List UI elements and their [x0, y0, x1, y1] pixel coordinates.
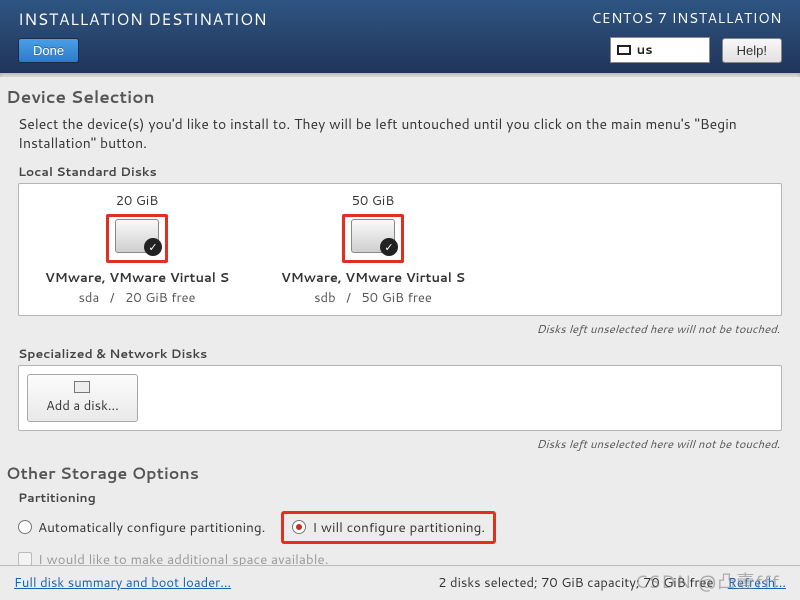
hard-disk-icon: ✓ [115, 219, 159, 253]
hard-disk-icon: ✓ [351, 219, 395, 253]
keyboard-icon [617, 45, 631, 55]
header-bar: INSTALLATION DESTINATION CENTOS 7 INSTAL… [0, 0, 800, 73]
disk-status-text: 2 disks selected; 70 GiB capacity; 70 Gi… [438, 574, 713, 592]
disk-capacity: 20 GiB [19, 192, 255, 210]
partitioning-label: Partitioning [18, 489, 782, 507]
disk-add-icon [74, 381, 90, 393]
keyboard-layout-label: us [637, 41, 653, 59]
help-button[interactable]: Help! [722, 38, 782, 63]
specialized-disks-label: Specialized & Network Disks [18, 345, 794, 363]
local-disks-label: Local Standard Disks [18, 163, 794, 181]
unselected-hint: Disks left unselected here will not be t… [6, 320, 780, 337]
disk-model: VMware, VMware Virtual S [255, 269, 491, 287]
disk-free-space: 50 GiB free [362, 289, 432, 307]
refresh-link[interactable]: Refresh... [728, 574, 786, 592]
disk-device-info: sda / 20 GiB free [19, 289, 255, 307]
storage-options-heading: Other Storage Options [6, 462, 794, 485]
footer-right: 2 disks selected; 70 GiB capacity; 70 Gi… [438, 574, 786, 592]
disk-model: VMware, VMware Virtual S [19, 269, 255, 287]
radio-icon [292, 520, 306, 534]
partitioning-auto-label: Automatically configure partitioning. [38, 518, 265, 537]
device-selection-intro: Select the device(s) you'd like to insta… [18, 115, 782, 153]
disk-free-space: 20 GiB free [125, 289, 195, 307]
disk-capacity: 50 GiB [255, 192, 491, 210]
local-disks-panel: 20 GiB ✓ VMware, VMware Virtual S sda / … [18, 183, 782, 316]
content-area: Device Selection Select the device(s) yo… [0, 73, 800, 565]
done-button[interactable]: Done [18, 38, 79, 63]
unselected-hint: Disks left unselected here will not be t… [6, 435, 780, 452]
disk-device-name: sdb [314, 289, 336, 307]
checkbox-icon [18, 552, 32, 565]
page-title: INSTALLATION DESTINATION [18, 8, 267, 31]
partitioning-manual-label: I will configure partitioning. [312, 518, 485, 537]
specialized-disks-panel: Add a disk... [18, 365, 782, 431]
checkmark-icon: ✓ [383, 241, 395, 253]
make-space-checkbox[interactable]: I would like to make additional space av… [18, 550, 782, 565]
add-disk-button[interactable]: Add a disk... [27, 374, 138, 422]
partitioning-auto-radio[interactable]: Automatically configure partitioning. [18, 518, 265, 537]
installer-brand: CENTOS 7 INSTALLATION [591, 8, 782, 28]
disk-device-info: sdb / 50 GiB free [255, 289, 491, 307]
keyboard-layout-indicator[interactable]: us [610, 37, 710, 63]
disk-highlight-box: ✓ [106, 214, 168, 263]
footer-bar: Full disk summary and boot loader... 2 d… [0, 565, 800, 600]
disk-item[interactable]: 50 GiB ✓ VMware, VMware Virtual S sdb / … [255, 192, 491, 307]
disk-device-name: sda [78, 289, 99, 307]
disk-summary-link[interactable]: Full disk summary and boot loader... [14, 574, 231, 592]
add-disk-label: Add a disk... [46, 397, 119, 415]
checkmark-icon: ✓ [147, 241, 159, 253]
radio-icon [18, 520, 32, 534]
make-space-label: I would like to make additional space av… [38, 550, 328, 565]
disk-highlight-box: ✓ [342, 214, 404, 263]
partitioning-manual-radio[interactable]: I will configure partitioning. [281, 511, 496, 544]
device-selection-heading: Device Selection [6, 85, 794, 109]
disk-item[interactable]: 20 GiB ✓ VMware, VMware Virtual S sda / … [19, 192, 255, 307]
